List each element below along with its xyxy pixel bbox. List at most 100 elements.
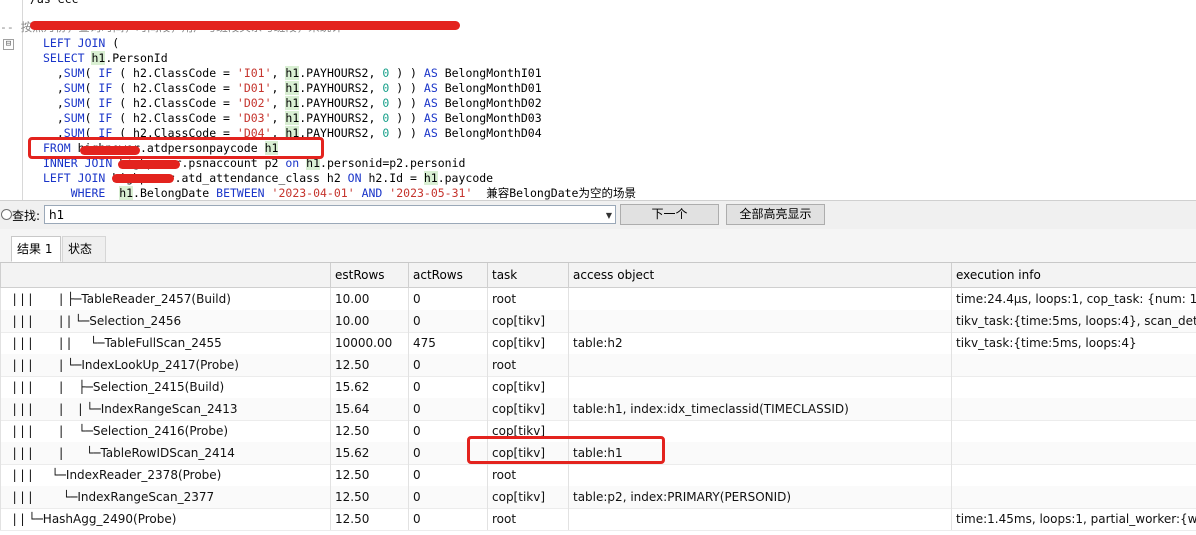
column-header[interactable]: estRows: [330, 263, 408, 287]
column-header[interactable]: task: [487, 263, 568, 287]
table-cell[interactable]: 0: [408, 508, 487, 530]
table-cell[interactable]: [568, 464, 951, 486]
table-cell[interactable]: [951, 442, 1196, 464]
table-row[interactable]: | | | | ├─Selection_2415(Build) 15.62 0 cop…: [0, 376, 1196, 399]
table-cell[interactable]: 12.50: [330, 420, 408, 442]
table-cell[interactable]: cop[tikv]: [487, 376, 568, 398]
code-line: LEFT JOIN (: [43, 36, 120, 50]
table-cell[interactable]: [951, 398, 1196, 420]
table-cell[interactable]: | | | | ├─Selection_2415(Build): [0, 376, 330, 398]
table-cell[interactable]: | | | └─IndexReader_2378(Probe): [0, 464, 330, 486]
table-cell[interactable]: [568, 508, 951, 530]
find-option-radio[interactable]: [1, 209, 12, 220]
table-cell[interactable]: 10.00: [330, 310, 408, 332]
table-cell[interactable]: [951, 354, 1196, 376]
table-row[interactable]: | | | | └─IndexLookUp_2417(Probe) 12.50 0 r…: [0, 354, 1196, 377]
table-cell[interactable]: table:h2: [568, 332, 951, 354]
table-cell[interactable]: | | | | └─Selection_2416(Probe): [0, 420, 330, 442]
table-cell[interactable]: | | | | ├─TableReader_2457(Build): [0, 288, 330, 310]
table-cell[interactable]: 0: [408, 442, 487, 464]
result-grid[interactable]: estRows actRows task access object execution…: [0, 263, 1196, 535]
table-cell[interactable]: 12.50: [330, 486, 408, 508]
table-cell[interactable]: tikv_task:{time:5ms, loops:4}, scan_deta…: [951, 310, 1196, 332]
table-cell[interactable]: 12.50: [330, 354, 408, 376]
find-dropdown-icon[interactable]: ▼: [606, 206, 612, 225]
table-cell[interactable]: 15.62: [330, 442, 408, 464]
table-cell[interactable]: table:h1: [568, 442, 951, 464]
table-cell[interactable]: [568, 310, 951, 332]
table-cell[interactable]: 475: [408, 332, 487, 354]
sql-editor[interactable]: ⊟ /as ecc-- 按照月份，查询时间，时间段，用户与班段关系与班段，来统计…: [0, 0, 1196, 200]
table-row[interactable]: | | | | └─TableRowIDScan_2414 15.62 0 cop[t…: [0, 442, 1196, 465]
table-cell[interactable]: [568, 288, 951, 310]
column-header[interactable]: access object: [568, 263, 951, 287]
table-cell[interactable]: [951, 376, 1196, 398]
tab-status[interactable]: 状态: [62, 236, 106, 262]
table-cell[interactable]: table:h1, index:idx_timeclassid(TIMECLAS…: [568, 398, 951, 420]
table-cell[interactable]: 0: [408, 420, 487, 442]
table-cell[interactable]: cop[tikv]: [487, 420, 568, 442]
table-cell[interactable]: 0: [408, 486, 487, 508]
redaction-scribble-comment: [30, 21, 460, 30]
table-cell[interactable]: | | | └─IndexRangeScan_2377: [0, 486, 330, 508]
table-row[interactable]: | | └─HashAgg_2490(Probe) 12.50 0 root time:…: [0, 508, 1196, 531]
code-line: LEFT JOIN highpower.atd_attendance_class…: [43, 171, 494, 185]
table-cell[interactable]: 0: [408, 310, 487, 332]
find-input[interactable]: h1 ▼: [44, 205, 616, 224]
table-cell[interactable]: cop[tikv]: [487, 442, 568, 464]
table-cell[interactable]: [568, 376, 951, 398]
table-cell[interactable]: | | | | └─IndexLookUp_2417(Probe): [0, 354, 330, 376]
table-cell[interactable]: | | | | | └─Selection_2456: [0, 310, 330, 332]
table-cell[interactable]: 15.62: [330, 376, 408, 398]
find-bar: 查找: h1 ▼ 下一个 全部高亮显示: [0, 200, 1196, 230]
table-row[interactable]: | | | └─IndexRangeScan_2377 12.50 0 cop[tik…: [0, 486, 1196, 509]
table-cell[interactable]: [568, 354, 951, 376]
table-cell[interactable]: time:1.45ms, loops:1, partial_worker:{wa…: [951, 508, 1196, 530]
table-cell[interactable]: root: [487, 288, 568, 310]
table-row[interactable]: | | | | | └─Selection_2456 10.00 0 cop[tikv…: [0, 310, 1196, 333]
tab-result-1[interactable]: 结果 1: [11, 236, 61, 262]
table-cell[interactable]: [951, 464, 1196, 486]
code-line: ,SUM( IF ( h2.ClassCode = 'D02', h1.PAYH…: [43, 96, 542, 110]
table-cell[interactable]: 10.00: [330, 288, 408, 310]
table-cell[interactable]: time:24.4µs, loops:1, cop_task: {num: 1,…: [951, 288, 1196, 310]
table-cell[interactable]: 0: [408, 288, 487, 310]
table-cell[interactable]: [951, 420, 1196, 442]
table-cell[interactable]: cop[tikv]: [487, 310, 568, 332]
table-cell[interactable]: root: [487, 508, 568, 530]
table-cell[interactable]: 0: [408, 398, 487, 420]
table-cell[interactable]: root: [487, 464, 568, 486]
highlight-all-button[interactable]: 全部高亮显示: [726, 204, 825, 225]
table-cell[interactable]: | | | | └─TableRowIDScan_2414: [0, 442, 330, 464]
table-cell[interactable]: table:p2, index:PRIMARY(PERSONID): [568, 486, 951, 508]
code-line: ,SUM( IF ( h2.ClassCode = 'D03', h1.PAYH…: [43, 111, 542, 125]
table-cell[interactable]: root: [487, 354, 568, 376]
table-cell[interactable]: | | └─HashAgg_2490(Probe): [0, 508, 330, 530]
table-cell[interactable]: 0: [408, 376, 487, 398]
table-cell[interactable]: 15.64: [330, 398, 408, 420]
find-next-button[interactable]: 下一个: [620, 204, 719, 225]
table-row[interactable]: | | | | └─Selection_2416(Probe) 12.50 0 cop…: [0, 420, 1196, 443]
table-cell[interactable]: [568, 420, 951, 442]
table-row[interactable]: | | | | | └─IndexRangeScan_2413 15.64 0 cop…: [0, 398, 1196, 421]
table-row[interactable]: | | | | ├─TableReader_2457(Build) 10.00 0 r…: [0, 288, 1196, 311]
table-cell[interactable]: 0: [408, 354, 487, 376]
column-header[interactable]: execution info: [951, 263, 1196, 287]
table-cell[interactable]: [951, 486, 1196, 508]
column-header[interactable]: actRows: [408, 263, 487, 287]
table-cell[interactable]: 10000.00: [330, 332, 408, 354]
table-cell[interactable]: 12.50: [330, 508, 408, 530]
table-cell[interactable]: 0: [408, 464, 487, 486]
table-cell[interactable]: | | | | | └─IndexRangeScan_2413: [0, 398, 330, 420]
table-cell[interactable]: cop[tikv]: [487, 486, 568, 508]
table-cell[interactable]: cop[tikv]: [487, 332, 568, 354]
code-line: ,SUM( IF ( h2.ClassCode = 'D04', h1.PAYH…: [43, 126, 542, 140]
table-cell[interactable]: 12.50: [330, 464, 408, 486]
column-header[interactable]: [0, 263, 330, 287]
code-line: INNER JOIN highpower.psnaccount p2 on h1…: [43, 156, 466, 170]
table-cell[interactable]: cop[tikv]: [487, 398, 568, 420]
table-row[interactable]: | | | └─IndexReader_2378(Probe) 12.50 0 roo…: [0, 464, 1196, 487]
table-row[interactable]: | | | | | └─TableFullScan_2455 10000.00 47…: [0, 332, 1196, 355]
table-cell[interactable]: tikv_task:{time:5ms, loops:4}: [951, 332, 1196, 354]
table-cell[interactable]: | | | | | └─TableFullScan_2455: [0, 332, 330, 354]
